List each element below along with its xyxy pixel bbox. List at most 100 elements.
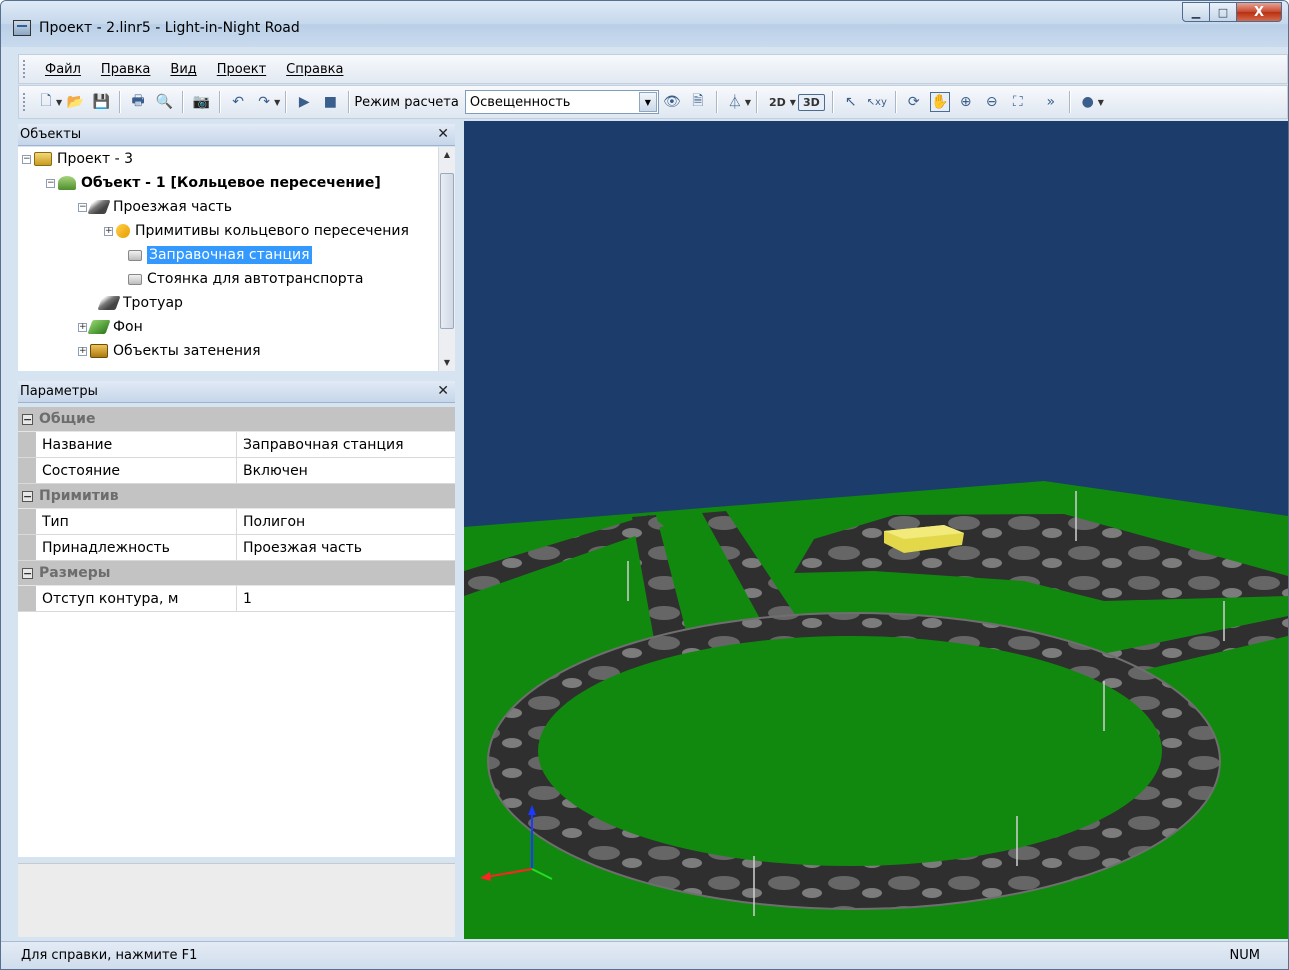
play-icon[interactable]: ▶: [294, 92, 314, 112]
pan-hand-icon[interactable]: ✋: [929, 92, 950, 112]
rotate-icon[interactable]: ⟳: [904, 92, 924, 112]
row-gutter: [18, 509, 36, 534]
app-icon: [13, 20, 31, 36]
tree-item-roundabout-primitives[interactable]: + Примитивы кольцевого пересечения: [104, 219, 409, 243]
mode-select[interactable]: Освещенность ▼: [464, 90, 659, 114]
print-icon[interactable]: 🖶: [128, 92, 148, 112]
collapse-icon[interactable]: −: [78, 202, 87, 212]
toolbar-separator: [119, 91, 121, 113]
expand-icon[interactable]: +: [78, 322, 87, 332]
menu-edit[interactable]: Правка: [91, 62, 160, 77]
property-name: Название: [36, 432, 237, 457]
close-icon[interactable]: ✕: [437, 126, 449, 142]
mode-label: Режим расчета: [354, 94, 459, 110]
collapse-icon[interactable]: −: [22, 490, 33, 502]
tree-scrollbar[interactable]: ▲ ▼: [438, 147, 455, 371]
tree-item-roadway[interactable]: − Проезжая часть: [78, 195, 232, 219]
new-dropdown-icon[interactable]: ▼: [56, 98, 62, 107]
chevron-down-icon[interactable]: ▼: [638, 92, 657, 112]
title-bar[interactable]: Проект - 2.linr5 - Light-in-Night Road ▁…: [1, 1, 1288, 47]
tree-item-label: Проект - 3: [57, 151, 134, 167]
menu-help[interactable]: Справка: [276, 62, 353, 77]
collapse-icon[interactable]: −: [22, 567, 33, 579]
property-name: Отступ контура, м: [36, 586, 237, 611]
scrollbar-thumb[interactable]: [440, 173, 454, 329]
property-value[interactable]: Проезжая часть: [237, 535, 455, 560]
property-value[interactable]: Заправочная станция: [237, 432, 455, 457]
tree-item-parking[interactable]: Стоянка для автотранспорта: [128, 267, 363, 291]
menu-file[interactable]: Файл: [33, 62, 91, 77]
scene-viewport[interactable]: [464, 121, 1288, 939]
redo-dropdown-icon[interactable]: ▼: [274, 98, 280, 107]
document-icon[interactable]: 🗎: [688, 92, 708, 112]
undo-icon[interactable]: ↶: [228, 92, 248, 112]
eye-icon[interactable]: 👁: [662, 92, 682, 112]
property-value[interactable]: Полигон: [237, 509, 455, 534]
toolbar-grip[interactable]: [23, 93, 27, 111]
toolbar-separator: [348, 91, 350, 113]
category-dimensions[interactable]: − Размеры: [18, 561, 455, 586]
tree-item-shading-objects[interactable]: + Объекты затенения: [78, 339, 261, 363]
property-row[interactable]: Отступ контура, м 1: [18, 586, 455, 612]
property-name: Принадлежность: [36, 535, 237, 560]
property-value[interactable]: 1: [237, 586, 455, 611]
tree-item-label: Заправочная станция: [147, 246, 312, 264]
save-icon[interactable]: 💾: [91, 92, 111, 112]
params-panel-title: Параметры: [20, 384, 98, 399]
tree-item-project[interactable]: − Проект - 3: [22, 147, 133, 171]
property-row[interactable]: Состояние Включен: [18, 458, 455, 484]
scroll-up-icon[interactable]: ▲: [439, 147, 455, 163]
category-general[interactable]: − Общие: [18, 407, 455, 432]
collapse-icon[interactable]: −: [22, 154, 31, 164]
select-icon[interactable]: ↖: [841, 92, 861, 112]
open-icon[interactable]: 📂: [65, 92, 85, 112]
status-hint: Для справки, нажмите F1: [21, 948, 198, 963]
more-icon[interactable]: »: [1041, 92, 1061, 112]
print-preview-icon[interactable]: 🔍: [154, 92, 174, 112]
zoom-fit-icon[interactable]: ⛶: [1008, 92, 1028, 112]
expand-icon[interactable]: +: [104, 226, 113, 236]
luminaire-icon[interactable]: ⏃: [725, 92, 745, 112]
camera-icon[interactable]: 📷: [191, 92, 211, 112]
collapse-icon[interactable]: −: [46, 178, 55, 188]
tree-item-object[interactable]: − Объект - 1 [Кольцевое пересечение]: [46, 171, 381, 195]
menu-grip[interactable]: [23, 60, 27, 78]
select-xy-icon[interactable]: ↖xy: [867, 92, 887, 112]
main-toolbar: 🗋 ▼ 📂 💾 🖶 🔍 📷 ↶ ↷ ▼ ▶ ■ Режим расчета Осве…: [18, 85, 1288, 119]
menu-view[interactable]: Вид: [160, 62, 206, 77]
panel-splitter[interactable]: [455, 119, 464, 939]
shading-icon: [90, 344, 108, 358]
help-icon[interactable]: ●: [1078, 92, 1098, 112]
scroll-down-icon[interactable]: ▼: [439, 355, 455, 371]
property-row[interactable]: Тип Полигон: [18, 509, 455, 535]
stop-icon[interactable]: ■: [320, 92, 340, 112]
zoom-out-icon[interactable]: ⊖: [982, 92, 1002, 112]
category-label: Примитив: [39, 488, 119, 504]
close-button[interactable]: X: [1236, 2, 1282, 22]
tree-item-background[interactable]: + Фон: [78, 315, 143, 339]
view-2d-button[interactable]: 2D: [764, 94, 791, 111]
category-primitive[interactable]: − Примитив: [18, 484, 455, 509]
close-icon[interactable]: ✕: [437, 383, 449, 399]
luminaire-dropdown-icon[interactable]: ▼: [745, 98, 751, 107]
help-dropdown-icon[interactable]: ▼: [1098, 98, 1104, 107]
scene-3d[interactable]: [464, 121, 1288, 939]
property-row[interactable]: Принадлежность Проезжая часть: [18, 535, 455, 561]
polygon-icon: [128, 249, 142, 261]
collapse-icon[interactable]: −: [22, 413, 33, 425]
view-2d-dropdown-icon[interactable]: ▼: [790, 98, 796, 107]
redo-icon[interactable]: ↷: [254, 92, 274, 112]
new-icon[interactable]: 🗋: [36, 92, 56, 112]
property-row[interactable]: Название Заправочная станция: [18, 432, 455, 458]
tree-item-gas-station[interactable]: Заправочная станция: [128, 243, 312, 267]
mode-select-value: Освещенность: [469, 94, 571, 110]
view-3d-button[interactable]: 3D: [797, 93, 825, 111]
maximize-button[interactable]: □: [1209, 2, 1237, 22]
zoom-in-icon[interactable]: ⊕: [956, 92, 976, 112]
tree-item-sidewalk[interactable]: Тротуар: [97, 291, 183, 315]
tree-item-label: Фон: [113, 319, 143, 335]
expand-icon[interactable]: +: [78, 346, 87, 356]
minimize-button[interactable]: ▁: [1182, 2, 1210, 22]
property-value[interactable]: Включен: [237, 458, 455, 483]
menu-project[interactable]: Проект: [207, 62, 276, 77]
